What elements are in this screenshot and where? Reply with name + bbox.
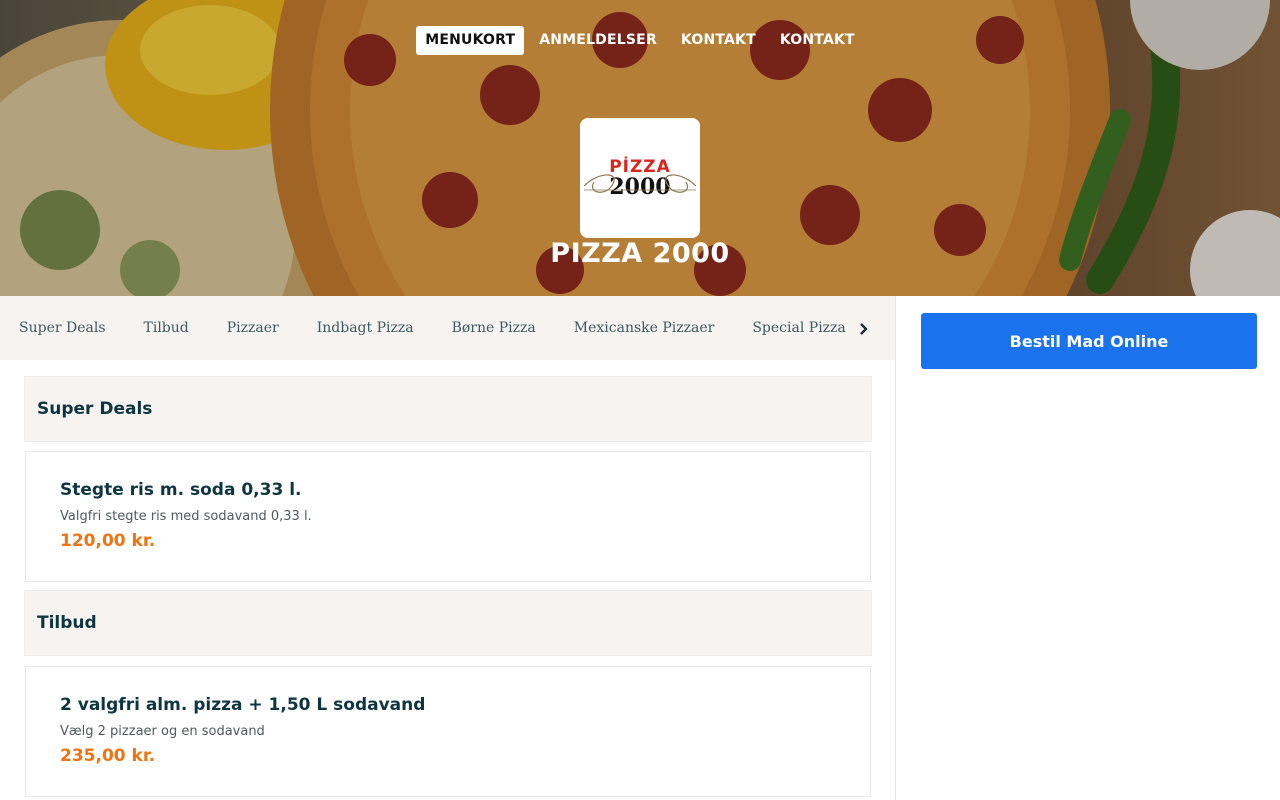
menu-item-name: 2 valgfri alm. pizza + 1,50 L sodavand <box>60 695 426 715</box>
top-navigation: MENUKORT ANMELDELSER KONTAKT KONTAKT <box>0 26 1280 55</box>
hero-banner: MENUKORT ANMELDELSER KONTAKT KONTAKT PİZ… <box>0 0 1280 296</box>
order-online-button[interactable]: Bestil Mad Online <box>921 313 1257 369</box>
nav-kontakt[interactable]: KONTAKT <box>672 26 765 55</box>
menu-item-description: Valgfri stegte ris med sodavand 0,33 l. <box>60 509 312 524</box>
restaurant-name: PIZZA 2000 <box>550 238 730 269</box>
category-borne-pizza[interactable]: Børne Pizza <box>433 320 555 336</box>
category-super-deals[interactable]: Super Deals <box>0 320 125 336</box>
category-mexicanske-pizzaer[interactable]: Mexicanske Pizzaer <box>555 320 734 336</box>
menu-item-price: 235,00 kr. <box>60 746 156 766</box>
chevron-right-icon[interactable] <box>853 318 875 340</box>
nav-anmeldelser[interactable]: ANMELDELSER <box>530 26 666 55</box>
category-bar: Super Deals Tilbud Pizzaer Indbagt Pizza… <box>0 296 895 360</box>
nav-menukort[interactable]: MENUKORT <box>416 26 525 55</box>
category-tilbud[interactable]: Tilbud <box>125 320 208 336</box>
menu-item-price: 120,00 kr. <box>60 531 156 551</box>
logo-ornament-icon <box>583 174 697 193</box>
category-pizzaer[interactable]: Pizzaer <box>208 320 298 336</box>
menu-item-card[interactable]: 2 valgfri alm. pizza + 1,50 L sodavand V… <box>25 666 871 797</box>
nav-kontakt-2[interactable]: KONTAKT <box>771 26 864 55</box>
menu-item-name: Stegte ris m. soda 0,33 l. <box>60 480 302 500</box>
menu-item-description: Vælg 2 pizzaer og en sodavand <box>60 724 265 739</box>
category-indbagt-pizza[interactable]: Indbagt Pizza <box>298 320 433 336</box>
section-header-tilbud: Tilbud <box>24 590 872 656</box>
category-special-pizza[interactable]: Special Pizza <box>733 320 864 336</box>
menu-item-card[interactable]: Stegte ris m. soda 0,33 l. Valgfri stegt… <box>25 451 871 582</box>
restaurant-logo: PİZZA 2000 <box>580 118 700 238</box>
order-sidebar: Bestil Mad Online <box>895 296 1280 800</box>
section-header-super-deals: Super Deals <box>24 376 872 442</box>
